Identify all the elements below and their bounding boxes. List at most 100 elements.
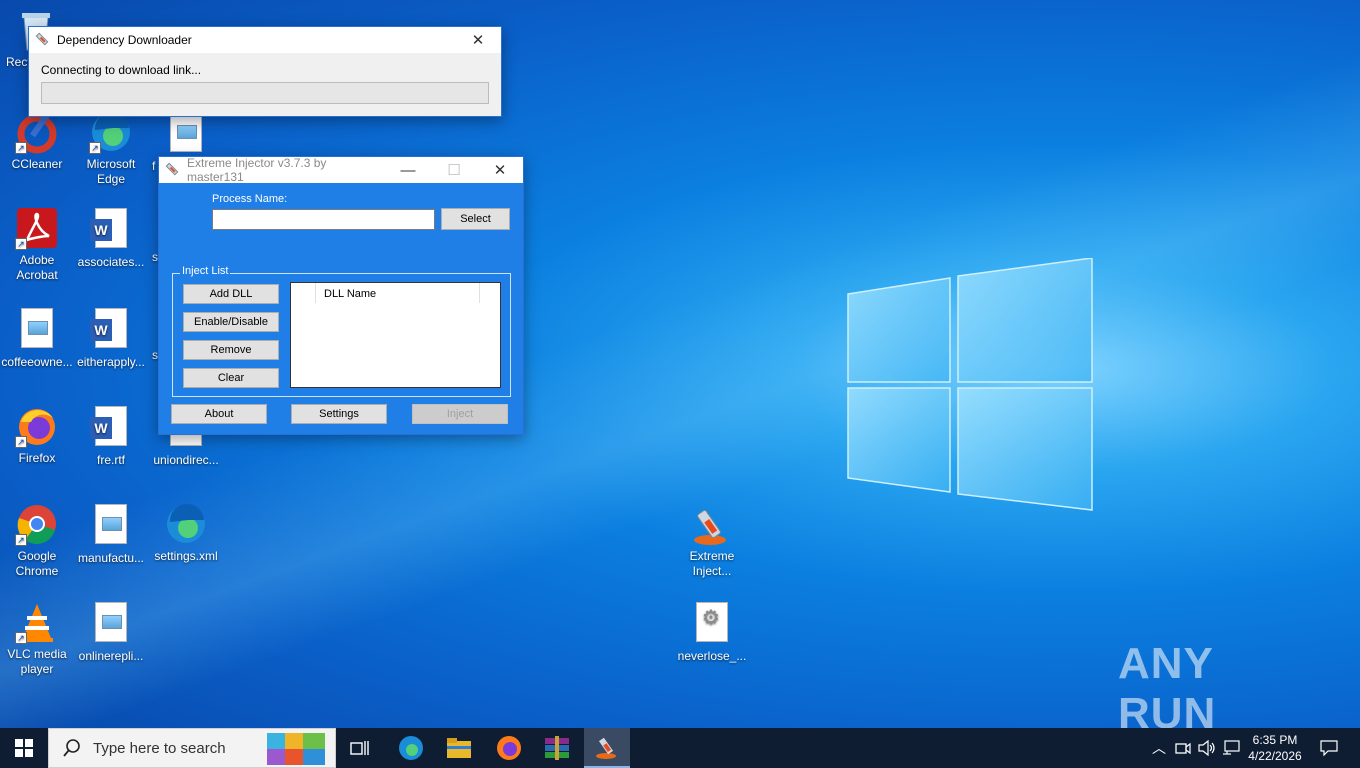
desktop-icon-image-file[interactable]: onlinerepli... (73, 600, 149, 664)
desktop-icon-label: settings.xml (154, 549, 218, 563)
tray-overflow-chevron[interactable]: ︿ (1148, 728, 1170, 768)
windows-logo-wallpaper (847, 258, 1093, 511)
desktop-icon-label: coffeeowne... (1, 355, 73, 369)
word-document-icon: W (90, 208, 127, 248)
taskbar-firefox[interactable] (488, 728, 530, 768)
window-title: Extreme Injector v3.7.3 by master131 (187, 156, 327, 184)
tray-clock[interactable]: 6:35 PM 4/22/2026 (1244, 728, 1306, 768)
desktop-icon-label: Firefox (18, 451, 56, 465)
download-progress-bar (41, 82, 489, 104)
dll-list[interactable]: DLL Name (290, 282, 501, 388)
remove-button[interactable]: Remove (183, 340, 279, 360)
clock-time: 6:35 PM (1252, 733, 1298, 747)
desktop-icon-chrome[interactable]: ↗ Google Chrome (0, 502, 75, 579)
dll-list-header[interactable]: DLL Name (315, 283, 480, 303)
network-icon (1223, 740, 1240, 755)
camera-icon (1175, 742, 1191, 755)
enable-disable-button[interactable]: Enable/Disable (183, 312, 279, 332)
settings-button[interactable]: Settings (291, 404, 387, 424)
window-title: Dependency Downloader (57, 33, 192, 47)
process-name-label: Process Name: (212, 193, 288, 205)
desktop-icon-neverlose[interactable]: ⚙ neverlose_... (674, 600, 750, 664)
shortcut-arrow-icon: ↗ (15, 436, 27, 448)
desktop-icon-label: eitherapply... (77, 355, 145, 369)
close-button[interactable]: ✕ (477, 157, 523, 183)
syringe-icon (165, 162, 179, 176)
firefox-icon (497, 736, 521, 760)
maximize-button[interactable]: ☐ (431, 157, 477, 183)
desktop-icon-label: Adobe Acrobat (16, 253, 58, 282)
image-file-icon (95, 602, 127, 642)
taskbar-edge[interactable] (390, 728, 432, 768)
close-button[interactable]: ✕ (455, 27, 501, 53)
syringe-icon (596, 737, 616, 759)
desktop-icon-label: Extreme Inject... (689, 549, 735, 578)
shortcut-arrow-icon: ↗ (15, 142, 27, 154)
search-icon (63, 739, 80, 757)
desktop-icon-image-file[interactable]: manufactu... (73, 502, 149, 566)
desktop-icon-label: CCleaner (11, 157, 63, 171)
syringe-icon (694, 509, 726, 545)
process-name-input[interactable] (212, 209, 435, 230)
inject-button[interactable]: Inject (412, 404, 508, 424)
about-button[interactable]: About (171, 404, 267, 424)
edge-icon (167, 503, 205, 543)
desktop-icon-image-file[interactable]: coffeeowne... (0, 306, 75, 370)
image-file-icon (21, 308, 53, 348)
tray-volume[interactable] (1196, 728, 1218, 768)
start-button[interactable] (0, 728, 48, 768)
image-file-icon (95, 504, 127, 544)
task-view-button[interactable] (340, 728, 380, 768)
taskbar-winrar[interactable] (536, 728, 578, 768)
anyrun-watermark: ANY RUN (1118, 639, 1217, 738)
add-dll-button[interactable]: Add DLL (183, 284, 279, 304)
desktop-icon-extreme-injector[interactable]: Extreme Inject... (674, 502, 750, 579)
puzzle-search-highlight-icon (267, 733, 325, 765)
inject-list-label: Inject List (180, 265, 231, 277)
desktop-icon-settings-xml[interactable]: settings.xml (148, 502, 224, 564)
desktop-icon-vlc[interactable]: ↗ VLC media player (0, 600, 75, 677)
download-status-text: Connecting to download link... (41, 63, 202, 77)
minimize-button[interactable]: — (385, 157, 431, 183)
speaker-icon (1198, 740, 1215, 756)
desktop-icon-label: neverlose_... (677, 649, 747, 663)
desktop-icon-edge[interactable]: ↗ Microsoft Edge (73, 110, 149, 187)
shortcut-arrow-icon: ↗ (15, 632, 27, 644)
desktop-icon-word-doc[interactable]: W eitherapply... (73, 306, 149, 370)
winrar-icon (545, 736, 569, 760)
dll-name-column-header: DLL Name (324, 288, 377, 300)
shortcut-arrow-icon: ↗ (89, 142, 101, 154)
shortcut-arrow-icon: ↗ (15, 534, 27, 546)
taskbar: Type here to search ︿ 6:35 PM 4/22/2026 (0, 728, 1360, 768)
task-view-icon (350, 741, 369, 755)
word-document-icon: W (90, 308, 127, 348)
taskbar-search-box[interactable]: Type here to search (48, 728, 336, 768)
tray-network[interactable] (1220, 728, 1242, 768)
dependency-downloader-window[interactable]: Dependency Downloader ✕ Connecting to do… (28, 26, 502, 117)
notification-icon (1320, 740, 1338, 756)
tray-meet-now[interactable] (1172, 728, 1194, 768)
desktop-icon-acrobat[interactable]: ↗ Adobe Acrobat (0, 206, 75, 283)
image-file-icon (170, 112, 202, 152)
word-document-icon: W (90, 406, 127, 446)
extreme-injector-window[interactable]: Extreme Injector v3.7.3 by master131 — ☐… (158, 156, 524, 435)
desktop-icon-label: associates... (77, 255, 145, 269)
desktop-icon-ccleaner[interactable]: ↗ CCleaner (0, 110, 75, 172)
downloader-titlebar[interactable]: Dependency Downloader ✕ (29, 27, 501, 53)
desktop-icon-word-doc[interactable]: W fre.rtf (73, 404, 149, 468)
action-center-button[interactable] (1314, 728, 1344, 768)
syringe-icon (35, 32, 49, 46)
folder-icon (447, 738, 471, 758)
desktop-icon-firefox[interactable]: ↗ Firefox (0, 404, 75, 466)
select-button[interactable]: Select (441, 208, 510, 230)
desktop-icon-label: fre.rtf (96, 453, 125, 467)
taskbar-file-explorer[interactable] (438, 728, 480, 768)
clock-date: 4/22/2026 (1248, 749, 1302, 763)
taskbar-extreme-injector[interactable] (584, 728, 630, 768)
clear-button[interactable]: Clear (183, 368, 279, 388)
gear-file-icon: ⚙ (696, 602, 728, 642)
desktop-icon-label: Google Chrome (15, 549, 59, 578)
injector-titlebar[interactable]: Extreme Injector v3.7.3 by master131 — ☐… (159, 156, 523, 184)
desktop-icon-word-doc[interactable]: W associates... (73, 206, 149, 270)
chevron-up-icon: ︿ (1152, 740, 1166, 756)
